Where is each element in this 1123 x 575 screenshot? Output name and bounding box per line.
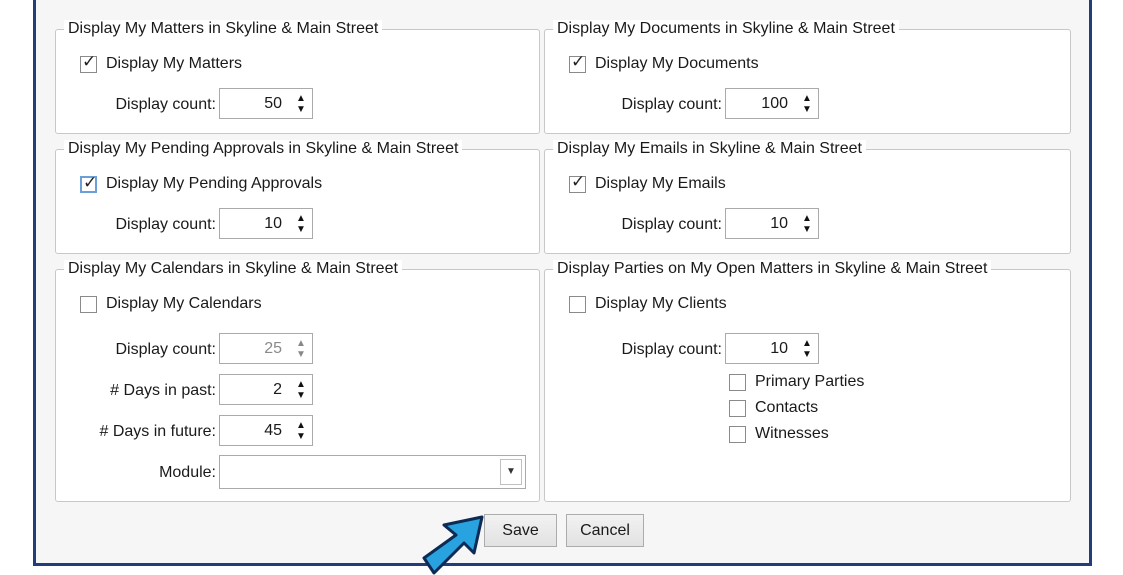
display-my-pending-approvals-checkbox[interactable]: ✓: [80, 172, 98, 193]
display-count-spinner[interactable]: 10 ▲ ▼: [725, 208, 819, 239]
display-my-documents-checkbox-row[interactable]: ✓ Display My Documents: [569, 51, 759, 75]
group-legend: Display My Documents in Skyline & Main S…: [553, 20, 899, 38]
display-count-label: Display count:: [621, 96, 723, 113]
spin-down-icon[interactable]: ▼: [290, 431, 312, 442]
display-count-value[interactable]: 10: [220, 209, 290, 238]
group-my-matters: Display My Matters in Skyline & Main Str…: [55, 20, 540, 134]
spin-down-icon[interactable]: ▼: [290, 349, 312, 360]
spin-down-icon[interactable]: ▼: [290, 104, 312, 115]
display-count-label: Display count:: [115, 96, 217, 113]
spin-up-icon[interactable]: ▲: [290, 93, 312, 104]
group-legend: Display My Pending Approvals in Skyline …: [64, 140, 463, 158]
group-legend: Display My Matters in Skyline & Main Str…: [64, 20, 383, 38]
display-my-calendars-checkbox[interactable]: [80, 295, 97, 313]
blue-arrow-pointer-icon: [422, 515, 484, 575]
display-count-value[interactable]: 100: [726, 89, 796, 118]
display-count-spinner[interactable]: 10 ▲ ▼: [725, 333, 819, 364]
checkbox-label: Display My Clients: [595, 295, 727, 312]
display-count-label: Display count:: [621, 341, 723, 358]
spin-down-icon[interactable]: ▼: [796, 224, 818, 235]
module-dropdown[interactable]: ▼: [219, 455, 526, 489]
witnesses-checkbox[interactable]: [729, 425, 746, 443]
days-in-future-spinner[interactable]: 45 ▲ ▼: [219, 415, 313, 446]
checkbox-label: Witnesses: [755, 425, 829, 442]
days-in-past-label: # Days in past:: [110, 382, 216, 399]
cancel-button[interactable]: Cancel: [566, 514, 644, 547]
witnesses-checkbox-row[interactable]: Witnesses: [729, 423, 829, 445]
days-in-future-value[interactable]: 45: [220, 416, 290, 445]
primary-parties-checkbox-row[interactable]: Primary Parties: [729, 371, 864, 393]
spin-up-icon[interactable]: ▲: [796, 93, 818, 104]
primary-parties-checkbox[interactable]: [729, 373, 746, 391]
check-icon: ✓: [571, 51, 586, 71]
display-count-label: Display count:: [115, 341, 217, 358]
check-icon: ✓: [82, 51, 97, 71]
save-button[interactable]: Save: [484, 514, 557, 547]
group-legend: Display Parties on My Open Matters in Sk…: [553, 260, 992, 278]
checkbox-label: Display My Calendars: [106, 295, 262, 312]
display-count-spinner[interactable]: 100 ▲ ▼: [725, 88, 819, 119]
checkbox-label: Display My Emails: [595, 175, 726, 192]
display-count-spinner[interactable]: 25 ▲ ▼: [219, 333, 313, 364]
spin-up-icon[interactable]: ▲: [796, 338, 818, 349]
group-my-emails: Display My Emails in Skyline & Main Stre…: [544, 140, 1071, 254]
days-in-future-label: # Days in future:: [99, 423, 217, 440]
display-my-documents-checkbox[interactable]: ✓: [569, 51, 586, 73]
group-my-documents: Display My Documents in Skyline & Main S…: [544, 20, 1071, 134]
display-my-clients-checkbox-row[interactable]: Display My Clients: [569, 293, 727, 315]
days-in-past-value[interactable]: 2: [220, 375, 290, 404]
checkbox-label: Display My Matters: [106, 55, 243, 72]
chevron-down-icon[interactable]: ▼: [500, 459, 522, 485]
checkbox-label: Primary Parties: [755, 373, 865, 390]
spin-up-icon[interactable]: ▲: [290, 420, 312, 431]
display-my-emails-checkbox-row[interactable]: ✓ Display My Emails: [569, 171, 726, 195]
display-my-matters-checkbox[interactable]: ✓: [80, 51, 97, 73]
group-my-pending-approvals: Display My Pending Approvals in Skyline …: [55, 140, 540, 254]
display-count-spinner[interactable]: 10 ▲ ▼: [219, 208, 313, 239]
spin-down-icon[interactable]: ▼: [796, 349, 818, 360]
display-count-label: Display count:: [621, 216, 723, 233]
spin-down-icon[interactable]: ▼: [290, 390, 312, 401]
display-count-spinner[interactable]: 50 ▲ ▼: [219, 88, 313, 119]
contacts-checkbox-row[interactable]: Contacts: [729, 397, 818, 419]
spin-up-icon[interactable]: ▲: [796, 213, 818, 224]
spin-up-icon[interactable]: ▲: [290, 213, 312, 224]
contacts-checkbox[interactable]: [729, 399, 746, 417]
spin-down-icon[interactable]: ▼: [290, 224, 312, 235]
display-my-calendars-checkbox-row[interactable]: Display My Calendars: [80, 293, 262, 315]
days-in-past-spinner[interactable]: 2 ▲ ▼: [219, 374, 313, 405]
checkbox-label: Display My Pending Approvals: [106, 175, 323, 192]
spin-up-icon[interactable]: ▲: [290, 379, 312, 390]
display-my-pending-approvals-checkbox-row[interactable]: ✓ Display My Pending Approvals: [80, 173, 322, 195]
display-count-value[interactable]: 50: [220, 89, 290, 118]
checkbox-label: Display My Documents: [595, 55, 759, 72]
checkbox-label: Contacts: [755, 399, 819, 416]
display-count-value[interactable]: 10: [726, 209, 796, 238]
group-my-calendars: Display My Calendars in Skyline & Main S…: [55, 260, 540, 502]
display-my-clients-checkbox[interactable]: [569, 295, 586, 313]
spin-up-icon[interactable]: ▲: [290, 338, 312, 349]
display-count-label: Display count:: [115, 216, 217, 233]
display-count-value[interactable]: 25: [220, 334, 290, 363]
group-parties-on-open-matters: Display Parties on My Open Matters in Sk…: [544, 260, 1071, 502]
module-label: Module:: [159, 464, 216, 481]
group-legend: Display My Emails in Skyline & Main Stre…: [553, 140, 866, 158]
display-my-matters-checkbox-row[interactable]: ✓ Display My Matters: [80, 51, 243, 75]
spin-down-icon[interactable]: ▼: [796, 104, 818, 115]
settings-panel: Display My Matters in Skyline & Main Str…: [33, 0, 1092, 566]
check-icon: ✓: [571, 171, 586, 191]
check-icon: ✓: [83, 172, 98, 192]
group-legend: Display My Calendars in Skyline & Main S…: [64, 260, 402, 278]
display-count-value[interactable]: 10: [726, 334, 796, 363]
display-my-emails-checkbox[interactable]: ✓: [569, 171, 586, 193]
